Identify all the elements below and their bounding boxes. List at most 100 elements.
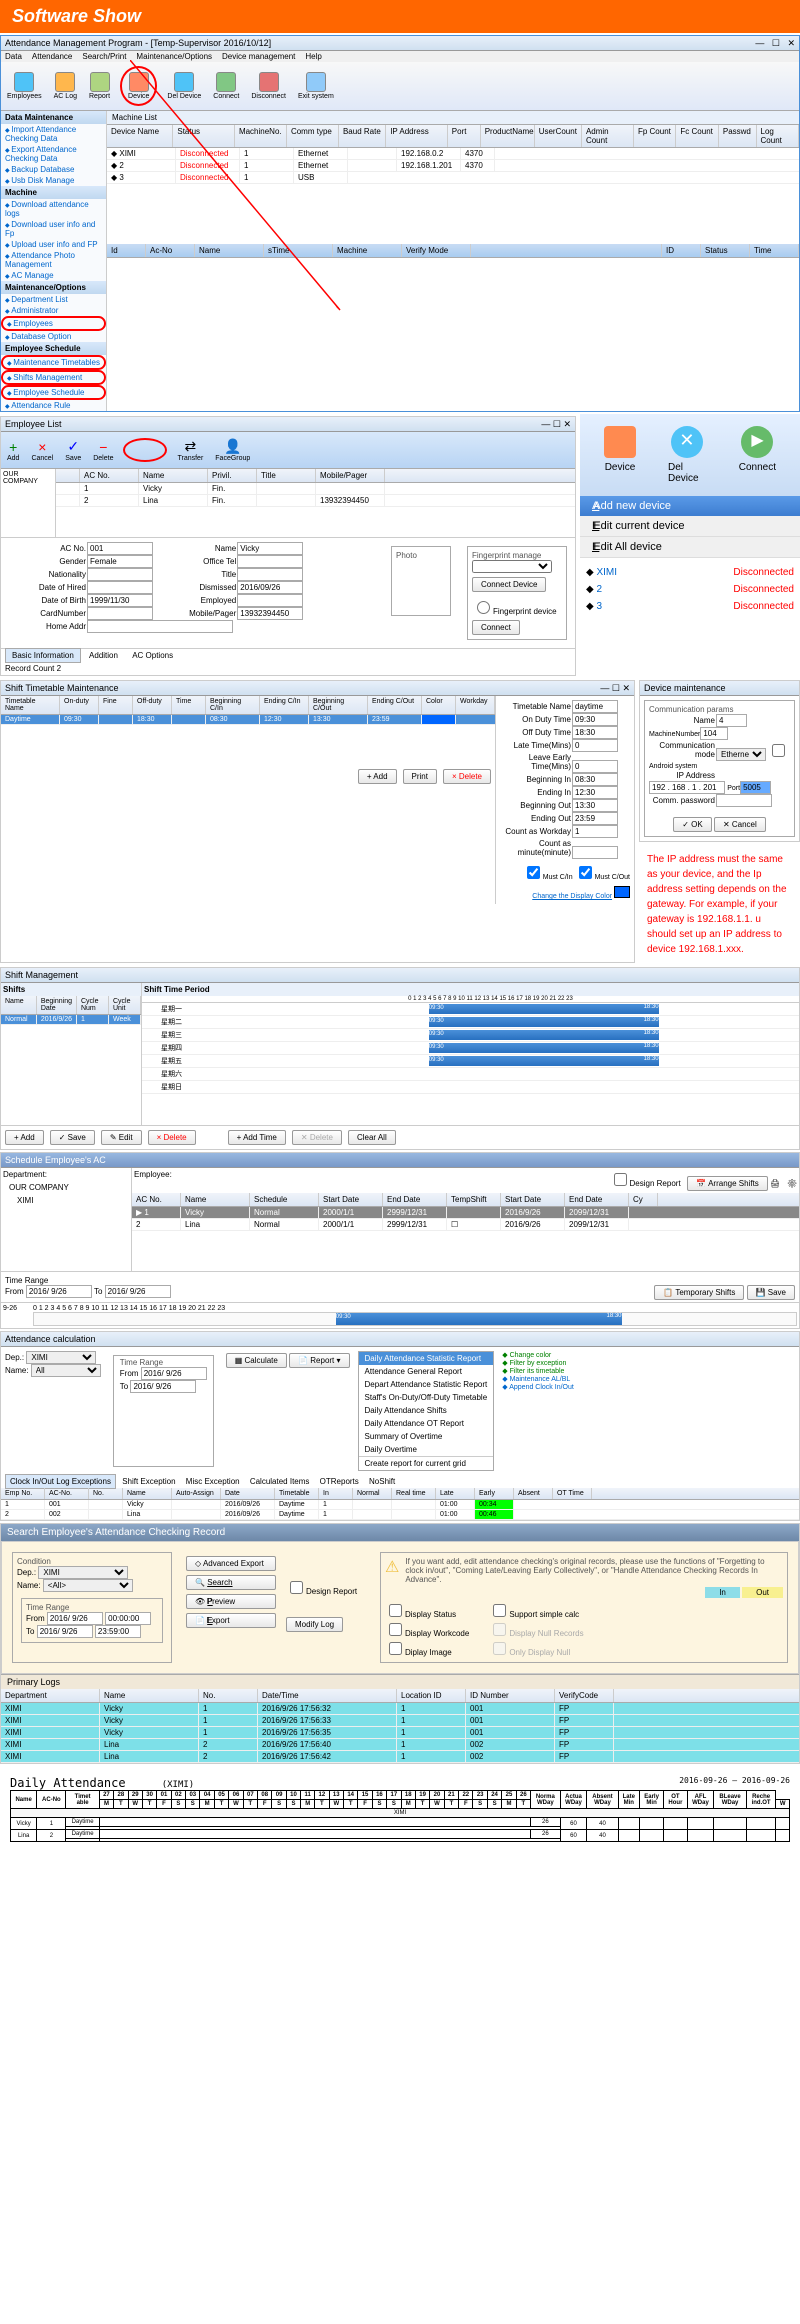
tab-calcitems[interactable]: Calculated Items bbox=[246, 1475, 314, 1488]
action-link[interactable]: ◆ Filter its timetable bbox=[502, 1367, 574, 1375]
report-button-calc[interactable]: 📄 Report ▾ bbox=[289, 1353, 349, 1368]
search-to-time[interactable] bbox=[95, 1625, 141, 1638]
search-result-row[interactable]: XIMIVicky12016/9/26 17:56:351001FP bbox=[1, 1727, 799, 1739]
emp-input[interactable] bbox=[237, 594, 303, 607]
opt-check[interactable] bbox=[389, 1642, 402, 1655]
emp-cancel-button[interactable]: ×Cancel bbox=[29, 437, 55, 464]
big-deldevice-button[interactable]: ✕Del Device bbox=[652, 422, 723, 488]
opt-check[interactable] bbox=[389, 1604, 402, 1617]
calc-to-input[interactable] bbox=[130, 1380, 196, 1393]
dep-select[interactable]: XIMI bbox=[26, 1351, 96, 1364]
sidebar-item[interactable]: Download user info and Fp bbox=[1, 219, 106, 239]
sm-edit-button[interactable]: ✎ Edit bbox=[101, 1130, 142, 1145]
sm-addtime-button[interactable]: + Add Time bbox=[228, 1130, 286, 1145]
menu-bar[interactable]: DataAttendanceSearch/PrintMaintenance/Op… bbox=[1, 51, 799, 62]
ip-input[interactable] bbox=[649, 781, 725, 794]
devname-input[interactable] bbox=[716, 714, 747, 727]
sidebar-item[interactable]: Administrator bbox=[1, 305, 106, 316]
sidebar-item[interactable]: Upload user info and FP bbox=[1, 239, 106, 250]
tab-miscexc[interactable]: Misc Exception bbox=[182, 1475, 244, 1488]
action-link[interactable]: ◆ Filter by exception bbox=[502, 1359, 574, 1367]
commmode-select[interactable]: Ethernet bbox=[716, 748, 766, 761]
sidebar-item-empsched[interactable]: Employee Schedule bbox=[1, 385, 106, 400]
shiftmgmt-row[interactable]: Normal2016/9/261Week bbox=[1, 1015, 141, 1025]
sm-add-button[interactable]: + Add bbox=[5, 1130, 44, 1145]
calculate-button[interactable]: ▦ Calculate bbox=[226, 1353, 287, 1368]
report-menu-item[interactable]: Summary of Overtime bbox=[359, 1430, 494, 1443]
dob-input[interactable] bbox=[87, 594, 153, 607]
title-input[interactable] bbox=[237, 568, 303, 581]
tab-acoptions[interactable]: AC Options bbox=[126, 649, 179, 662]
onduty-input[interactable] bbox=[572, 713, 618, 726]
acno-input[interactable] bbox=[87, 542, 153, 555]
hired-input[interactable] bbox=[87, 581, 153, 594]
tab-noshift[interactable]: NoShift bbox=[365, 1475, 399, 1488]
report-menu-item[interactable]: Daily Attendance Shifts bbox=[359, 1404, 494, 1417]
min-input[interactable] bbox=[572, 846, 618, 859]
tab-otreports[interactable]: OTReports bbox=[316, 1475, 363, 1488]
fp-device-radio[interactable] bbox=[477, 601, 490, 614]
connect-device-button[interactable]: Connect Device bbox=[472, 577, 546, 592]
emp-row[interactable]: 1VickyFin. bbox=[56, 483, 575, 495]
dismissed-input[interactable] bbox=[237, 581, 303, 594]
otitle-input[interactable] bbox=[237, 555, 303, 568]
arrange-shifts-button[interactable]: 📅 Arrange Shifts bbox=[687, 1176, 767, 1191]
card-input[interactable] bbox=[87, 607, 153, 620]
employees-button[interactable]: Employees bbox=[5, 70, 44, 102]
sm-deltime-button[interactable]: ✕ Delete bbox=[292, 1130, 342, 1145]
devmaint-ok-button[interactable]: ✓ OK bbox=[673, 817, 712, 832]
emp-transfer-button[interactable]: ⇄Transfer bbox=[175, 436, 205, 464]
shift-delete-button[interactable]: × Delete bbox=[443, 769, 491, 784]
sched-to-input[interactable] bbox=[105, 1285, 171, 1298]
begin-input[interactable] bbox=[572, 773, 618, 786]
sidebar-item-shifts[interactable]: Shifts Management bbox=[1, 370, 106, 385]
shift-add-button[interactable]: + Add bbox=[358, 769, 397, 784]
sidebar-item-timetables[interactable]: Maintenance Timetables bbox=[1, 355, 106, 370]
sched-from-input[interactable] bbox=[26, 1285, 92, 1298]
emp-row[interactable]: 2LinaFin.13932394450 bbox=[56, 495, 575, 507]
search-to-date[interactable] bbox=[37, 1625, 93, 1638]
sidebar-item-employees[interactable]: Employees bbox=[1, 316, 106, 331]
tab-basicinfo[interactable]: Basic Information bbox=[5, 648, 81, 663]
sched-row[interactable]: ▶ 1VickyNormal2000/1/12999/12/312016/9/2… bbox=[132, 1207, 799, 1219]
gender-input[interactable] bbox=[87, 555, 153, 568]
name-select[interactable]: All bbox=[31, 1364, 101, 1377]
sm-save-button[interactable]: ✓ Save bbox=[50, 1130, 95, 1145]
mustcin-check[interactable] bbox=[527, 866, 540, 879]
tree-ximi[interactable]: XIMI bbox=[1, 1194, 131, 1207]
emp-add-button[interactable]: +Add bbox=[5, 437, 21, 464]
offduty-input[interactable] bbox=[572, 726, 618, 739]
sidebar-item[interactable]: Database Option bbox=[1, 331, 106, 342]
sidebar-item[interactable]: Department List bbox=[1, 294, 106, 305]
tab-addition[interactable]: Addition bbox=[83, 649, 124, 662]
sidebar-item[interactable]: Backup Database bbox=[1, 164, 106, 175]
designreport-check[interactable] bbox=[614, 1173, 627, 1186]
mobile-input[interactable] bbox=[237, 607, 303, 620]
machno-input[interactable] bbox=[700, 727, 728, 740]
opt-check[interactable] bbox=[493, 1604, 506, 1617]
nat-input[interactable] bbox=[87, 568, 153, 581]
preview-button[interactable]: 👁 PPreview bbox=[186, 1594, 276, 1609]
action-link[interactable]: ◆ Append Clock In/Out bbox=[502, 1383, 574, 1391]
aclog-button[interactable]: AC Log bbox=[52, 70, 79, 102]
endin-input[interactable] bbox=[572, 786, 618, 799]
late-input[interactable] bbox=[572, 739, 618, 752]
sched-save-button[interactable]: 💾 Save bbox=[747, 1285, 795, 1300]
search-button[interactable]: 🔍 Search bbox=[186, 1575, 276, 1590]
endout-input[interactable] bbox=[572, 812, 618, 825]
modify-log-button[interactable]: Modify Log bbox=[286, 1617, 343, 1632]
connect-button-2[interactable]: Connect bbox=[472, 620, 520, 635]
tab-clockinout[interactable]: Clock In/Out Log Exceptions bbox=[5, 1474, 116, 1489]
tt-name-input[interactable] bbox=[572, 700, 618, 713]
begout-input[interactable] bbox=[572, 799, 618, 812]
change-color-link[interactable]: Change the Display Color bbox=[532, 893, 612, 900]
sidebar-item[interactable]: AC Manage bbox=[1, 270, 106, 281]
tab-shiftexc[interactable]: Shift Exception bbox=[118, 1475, 179, 1488]
action-link[interactable]: ◆ Change color bbox=[502, 1351, 574, 1359]
android-check[interactable] bbox=[772, 744, 785, 757]
sidebar-item[interactable]: Import Attendance Checking Data bbox=[1, 124, 106, 144]
adv-export-button[interactable]: ◇ Advanced Export bbox=[186, 1556, 276, 1571]
designreport-check2[interactable] bbox=[290, 1581, 303, 1594]
sidebar-item[interactable]: Attendance Photo Management bbox=[1, 250, 106, 270]
emp-facegroup-button[interactable]: 👤FaceGroup bbox=[213, 436, 252, 464]
